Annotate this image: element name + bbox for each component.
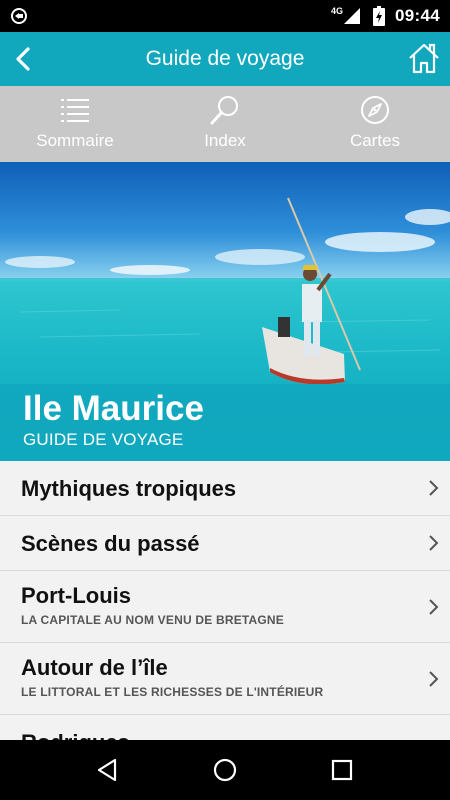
notification-icon [11,8,27,24]
list-item[interactable]: Rodrigues [0,715,450,740]
list-item[interactable]: Port-Louis LA CAPITALE AU NOM VENU DE BR… [0,571,450,643]
list-item-title: Autour de l’île [21,655,168,680]
chevron-right-icon [429,480,439,496]
network-type: 4G [331,6,344,16]
list-item[interactable]: Mythiques tropiques [0,461,450,516]
tab-cartes-label: Cartes [349,131,401,150]
list-icon [61,99,89,122]
list-item-title: Scènes du passé [21,531,200,556]
list-item-title: Mythiques tropiques [21,476,237,501]
list-item-subtitle: LE LITTORAL ET LES RICHESSES DE L'INTÉRI… [21,685,324,699]
list-item[interactable]: Scènes du passé [0,516,450,571]
list-item-title: Rodrigues [21,715,410,740]
signal-icon [344,8,361,24]
chevron-right-icon [429,535,439,551]
clock: 09:44 [395,6,440,25]
back-arrow-icon[interactable] [8,43,40,75]
home-icon[interactable] [406,40,442,76]
toc-list[interactable]: Mythiques tropiques Scènes du passé Port… [0,461,450,740]
compass-icon [361,96,389,124]
tab-sommaire[interactable]: Sommaire [0,86,150,162]
chevron-right-icon [429,598,439,615]
nav-recents-icon[interactable] [327,755,357,785]
app-title: Guide de voyage [145,47,305,70]
magnifier-icon [210,96,238,125]
hero-banner[interactable]: Ile Maurice GUIDE DE VOYAGE [0,162,450,461]
list-item-subtitle: LA CAPITALE AU NOM VENU DE BRETAGNE [21,613,285,627]
tab-sommaire-label: Sommaire [36,131,114,150]
hero-caption: Ile Maurice GUIDE DE VOYAGE [0,384,450,461]
chevron-right-icon [429,670,439,687]
nav-home-icon[interactable] [210,755,240,785]
system-nav-bar [0,740,450,800]
toolbar: Sommaire Index Cartes [0,86,450,162]
list-item-title: Port-Louis [21,583,131,608]
tab-index[interactable]: Index [150,86,300,162]
app-bar: Guide de voyage [0,32,450,86]
tab-cartes[interactable]: Cartes [300,86,450,162]
nav-back-icon[interactable] [93,755,123,785]
battery-charging-icon [373,6,386,26]
guide-subtitle: GUIDE DE VOYAGE [23,430,184,449]
tab-index-label: Index [204,131,246,150]
status-bar: 4G 09:44 [0,0,450,32]
list-item[interactable]: Autour de l’île LE LITTORAL ET LES RICHE… [0,643,450,715]
guide-title: Ile Maurice [23,389,204,428]
